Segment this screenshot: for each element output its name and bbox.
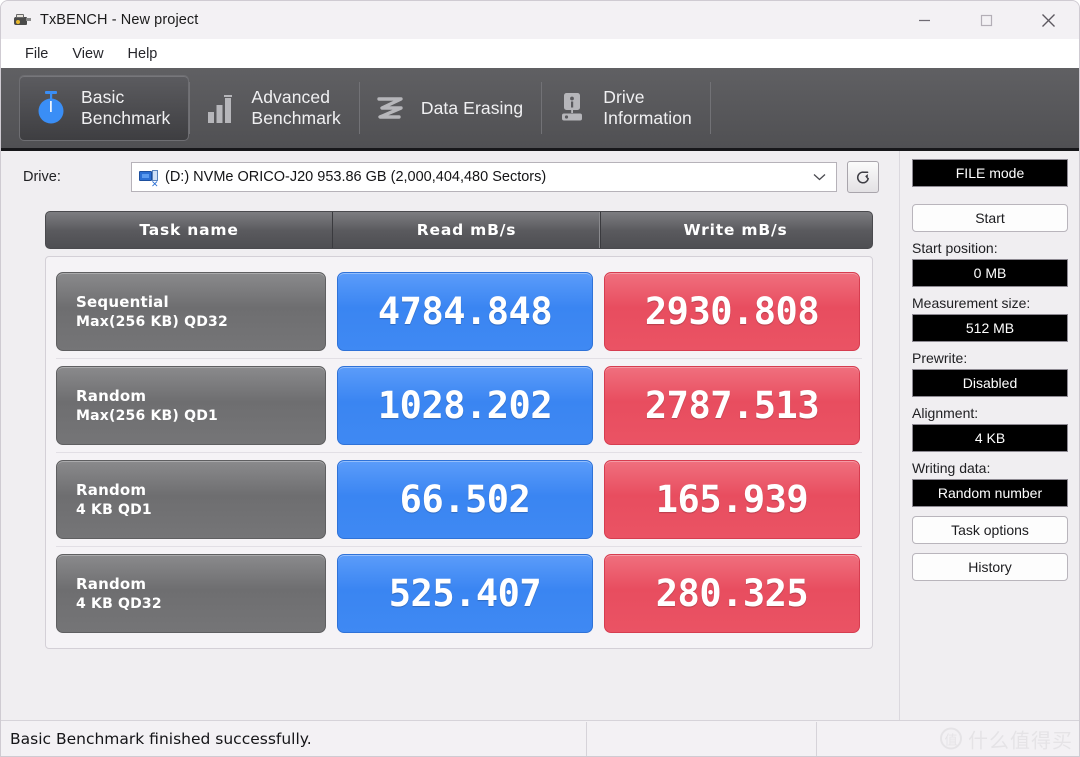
start-position-label: Start position: — [912, 240, 998, 256]
app-icon — [13, 11, 31, 29]
watermark: 值 什么值得买 — [940, 724, 1073, 753]
task-line2: Max(256 KB) QD32 — [76, 314, 228, 330]
window-title: TxBENCH - New project — [40, 12, 199, 28]
task-line2: Max(256 KB) QD1 — [76, 408, 218, 424]
network-drive-icon: ✕ — [139, 169, 159, 189]
tab-advanced-benchmark[interactable]: Advanced Benchmark — [190, 75, 358, 141]
read-value-cell: 66.502 — [337, 460, 593, 539]
table-row: Random 4 KB QD1 66.502 165.939 — [56, 453, 862, 547]
task-line1: Random — [76, 387, 147, 405]
drive-info-icon — [556, 89, 590, 127]
task-name-cell: Random Max(256 KB) QD1 — [56, 366, 326, 445]
stopwatch-icon — [34, 89, 68, 127]
results-header-row: Task name Read mB/s Write mB/s — [45, 211, 873, 249]
task-line1: Random — [76, 481, 147, 499]
tab-label-data-erasing: Data Erasing — [420, 97, 524, 118]
measurement-size-label: Measurement size: — [912, 295, 1031, 311]
prewrite-field[interactable]: Disabled — [912, 369, 1068, 397]
drive-selected-value: (D:) NVMe ORICO-J20 953.86 GB (2,000,404… — [165, 169, 547, 185]
writing-data-label: Writing data: — [912, 460, 991, 476]
status-segment-3: 值 什么值得买 — [817, 722, 1079, 756]
title-bar: TxBENCH - New project — [1, 1, 1079, 39]
task-name-cell: Random 4 KB QD32 — [56, 554, 326, 633]
minimize-button[interactable] — [893, 1, 955, 39]
table-row: Sequential Max(256 KB) QD32 4784.848 293… — [56, 265, 862, 359]
tab-drive-information[interactable]: Drive Information — [542, 75, 710, 141]
maximize-icon — [980, 14, 992, 26]
measurement-size-field[interactable]: 512 MB — [912, 314, 1068, 342]
task-line2: 4 KB QD32 — [76, 596, 162, 612]
watermark-text: 什么值得买 — [968, 728, 1073, 752]
tab-basic-benchmark[interactable]: Basic Benchmark — [19, 75, 190, 141]
column-header-task-name: Task name — [139, 221, 239, 239]
prewrite-label: Prewrite: — [912, 350, 968, 366]
eraser-wave-icon — [374, 89, 408, 127]
drive-label: Drive: — [23, 169, 61, 185]
table-row: Random Max(256 KB) QD1 1028.202 2787.513 — [56, 359, 862, 453]
alignment-label: Alignment: — [912, 405, 979, 421]
options-sidebar: FILE mode Start Start position: 0 MB Mea… — [899, 151, 1079, 749]
maximize-button[interactable] — [955, 1, 1017, 39]
window-controls — [893, 1, 1079, 39]
refresh-icon — [856, 170, 869, 184]
writing-data-field[interactable]: Random number — [912, 479, 1068, 507]
bar-chart-icon — [204, 89, 238, 127]
table-row: Random 4 KB QD32 525.407 280.325 — [56, 547, 862, 640]
file-mode-indicator[interactable]: FILE mode — [912, 159, 1068, 187]
close-icon — [1041, 13, 1055, 27]
refresh-drive-button[interactable] — [847, 161, 879, 193]
close-button[interactable] — [1017, 1, 1079, 39]
results-rows-panel: Sequential Max(256 KB) QD32 4784.848 293… — [45, 256, 873, 649]
task-line1: Random — [76, 575, 147, 593]
tab-label-basic-benchmark: Basic Benchmark — [81, 87, 171, 128]
start-button[interactable]: Start — [912, 204, 1068, 232]
tab-label-drive-information: Drive Information — [603, 87, 692, 128]
task-name-cell: Sequential Max(256 KB) QD32 — [56, 272, 326, 351]
write-value-cell: 2930.808 — [604, 272, 860, 351]
task-line2: 4 KB QD1 — [76, 502, 152, 518]
alignment-field[interactable]: 4 KB — [912, 424, 1068, 452]
status-segment-2 — [587, 721, 817, 756]
read-value-cell: 525.407 — [337, 554, 593, 633]
tab-divider — [709, 82, 711, 134]
menu-item-file[interactable]: File — [13, 43, 60, 65]
tab-label-advanced-benchmark: Advanced Benchmark — [251, 87, 341, 128]
start-position-field[interactable]: 0 MB — [912, 259, 1068, 287]
minimize-icon — [918, 19, 930, 21]
read-value-cell: 4784.848 — [337, 272, 593, 351]
chevron-down-icon — [813, 174, 826, 181]
write-value-cell: 280.325 — [604, 554, 860, 633]
history-button[interactable]: History — [912, 553, 1068, 581]
status-message: Basic Benchmark finished successfully. — [1, 721, 587, 756]
write-value-cell: 2787.513 — [604, 366, 860, 445]
task-name-cell: Random 4 KB QD1 — [56, 460, 326, 539]
task-line1: Sequential — [76, 293, 169, 311]
write-value-cell: 165.939 — [604, 460, 860, 539]
column-header-write: Write mB/s — [600, 212, 870, 248]
drive-select[interactable]: ✕ (D:) NVMe ORICO-J20 953.86 GB (2,000,4… — [131, 162, 837, 192]
status-bar: Basic Benchmark finished successfully. 值… — [1, 720, 1079, 756]
task-options-button[interactable]: Task options — [912, 516, 1068, 544]
menu-item-view[interactable]: View — [60, 43, 115, 65]
tab-strip: Basic Benchmark Advanced Benchmark Data … — [1, 68, 1079, 151]
app-window: TxBENCH - New project File View Help Bas… — [0, 0, 1080, 757]
menu-bar: File View Help — [1, 39, 1079, 68]
menu-item-help[interactable]: Help — [116, 43, 170, 65]
watermark-badge-icon: 值 — [940, 727, 962, 750]
tab-data-erasing[interactable]: Data Erasing — [360, 75, 541, 141]
main-content: Drive: ✕ (D:) NVMe ORICO-J20 953.86 GB (… — [1, 151, 1079, 749]
column-header-read: Read mB/s — [332, 212, 600, 248]
read-value-cell: 1028.202 — [337, 366, 593, 445]
benchmark-results: Task name Read mB/s Write mB/s Sequentia… — [45, 211, 873, 649]
